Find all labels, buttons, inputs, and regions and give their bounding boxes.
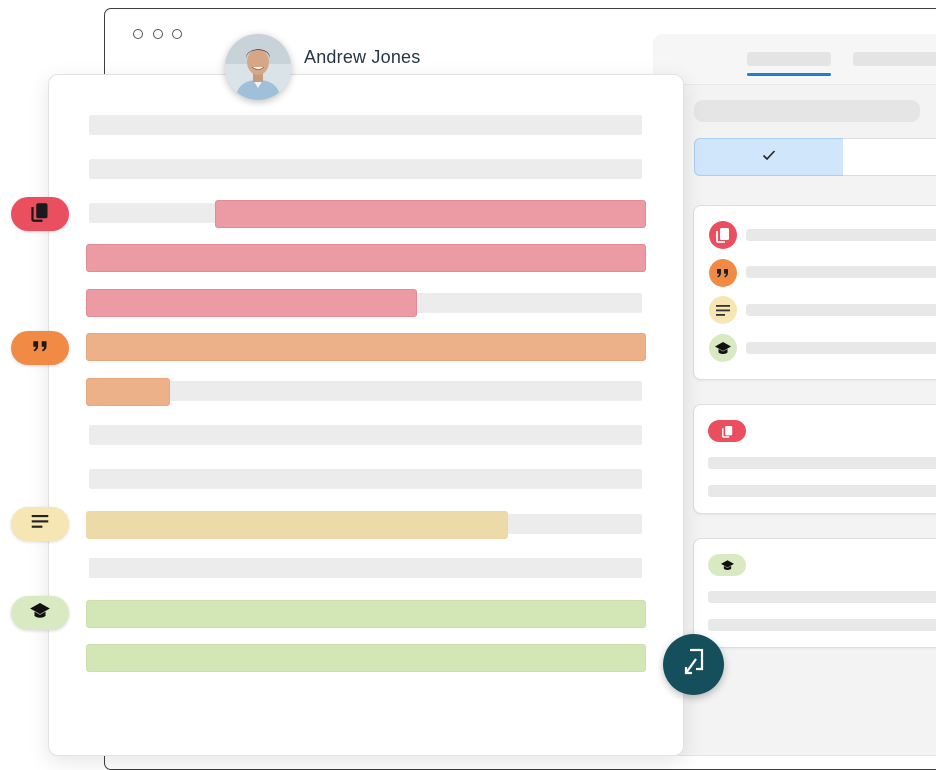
tab-active-underline [747, 73, 831, 76]
export-arrow-icon [681, 647, 707, 682]
tab-inactive[interactable] [853, 52, 936, 66]
quote-icon [709, 259, 737, 287]
highlight-yellow[interactable] [86, 511, 508, 539]
graduation-cap-icon [709, 334, 737, 362]
highlight-red[interactable] [215, 200, 646, 228]
text-line [89, 381, 642, 401]
text-line [89, 558, 642, 578]
highlight-red[interactable] [86, 289, 417, 317]
window-control-dot[interactable] [172, 29, 182, 39]
text-lines-icon [709, 296, 737, 324]
highlight-orange[interactable] [86, 333, 646, 361]
text-line [89, 115, 642, 135]
highlight-red[interactable] [86, 244, 646, 272]
marker-education[interactable] [11, 596, 69, 630]
legend-line [746, 266, 936, 278]
highlight-orange[interactable] [86, 378, 170, 406]
card-text-line [708, 619, 936, 631]
graduation-cap-icon [30, 602, 50, 624]
legend-line [746, 304, 936, 316]
panel-title-placeholder [694, 100, 920, 122]
avatar [225, 34, 291, 100]
export-button[interactable] [663, 634, 724, 695]
marker-quote[interactable] [11, 331, 69, 365]
filter-toggle-unselected[interactable] [843, 138, 936, 176]
documents-icon [708, 420, 746, 442]
card-text-line [708, 457, 936, 469]
tab-active[interactable] [747, 52, 831, 66]
highlight-green[interactable] [86, 644, 646, 672]
window-control-dot[interactable] [153, 29, 163, 39]
legend-line [746, 229, 936, 241]
text-lines-icon [31, 515, 49, 533]
quote-icon [32, 339, 49, 357]
text-line [89, 159, 642, 179]
text-line [89, 425, 642, 445]
filter-toggle-selected[interactable] [694, 138, 844, 176]
window-control-dot[interactable] [133, 29, 143, 39]
graduation-cap-icon [708, 554, 746, 576]
card-text-line [708, 591, 936, 603]
card-text-line [708, 485, 936, 497]
legend-line [746, 342, 936, 354]
documents-icon [31, 202, 49, 227]
marker-text[interactable] [11, 507, 69, 541]
checkmark-icon [762, 148, 776, 166]
marker-documents[interactable] [11, 197, 69, 231]
highlight-green[interactable] [86, 600, 646, 628]
documents-icon [709, 221, 737, 249]
text-line [89, 469, 642, 489]
user-name: Andrew Jones [304, 47, 421, 67]
